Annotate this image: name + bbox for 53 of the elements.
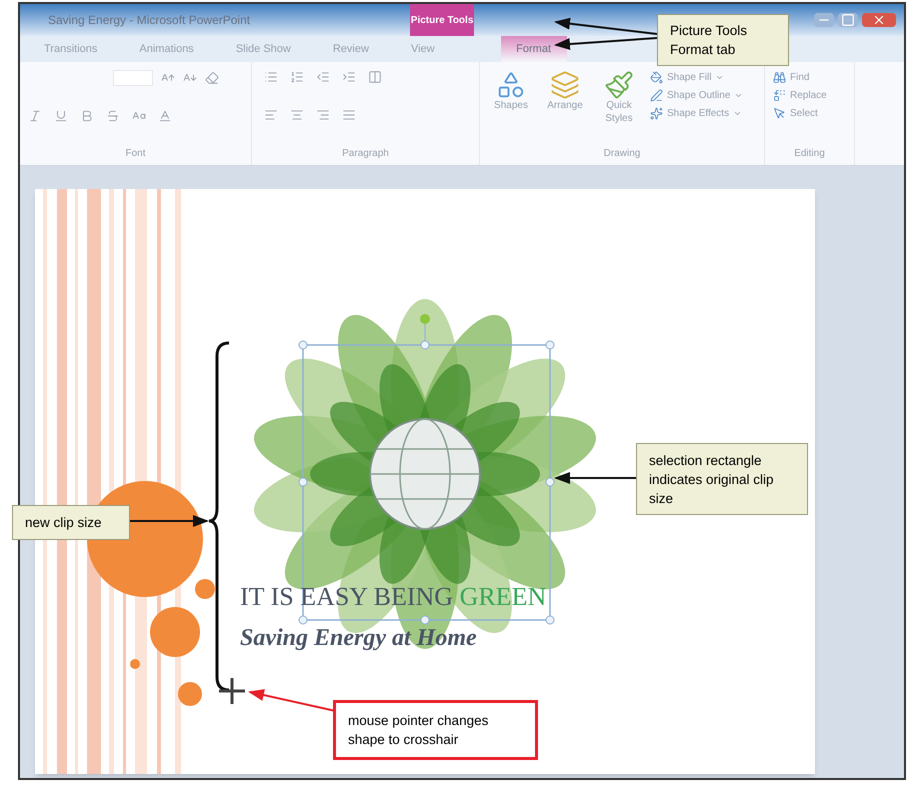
minimize-icon[interactable] — [814, 13, 834, 27]
group-label: Font — [125, 147, 146, 161]
ribbon-tab[interactable]: Transitions — [28, 36, 114, 62]
ribbon-tab[interactable]: View — [394, 36, 451, 62]
align-left-icon[interactable] — [264, 108, 278, 122]
eraser-icon[interactable] — [205, 71, 219, 85]
indent-increase-icon[interactable] — [342, 70, 356, 84]
context-group-label: Picture Tools — [410, 4, 474, 36]
binoculars-icon — [773, 71, 786, 84]
underline-icon[interactable] — [54, 109, 68, 123]
close-icon[interactable] — [862, 13, 896, 27]
justify-icon[interactable] — [342, 108, 356, 122]
ribbon-button[interactable]: Replace — [773, 88, 846, 103]
ribbon-button[interactable]: Find — [773, 70, 846, 85]
replace-icon — [773, 89, 786, 102]
selection-rectangle[interactable] — [298, 314, 554, 624]
font-size-field[interactable] — [113, 70, 153, 86]
callout-label: Picture Tools Format tab — [657, 14, 789, 66]
bold-icon[interactable] — [80, 109, 94, 123]
maximize-icon[interactable] — [838, 13, 858, 27]
font-color-icon[interactable] — [158, 109, 172, 123]
indent-decrease-icon[interactable] — [316, 70, 330, 84]
ribbon-button[interactable]: Shape Fill — [650, 70, 744, 85]
ribbon-tab[interactable]: Animations — [123, 36, 210, 62]
numbering-icon[interactable] — [290, 70, 304, 84]
layers-icon — [550, 70, 580, 100]
pen-icon — [650, 89, 663, 102]
ribbon-button[interactable]: Shape Effects — [650, 106, 744, 121]
group-label: Drawing — [604, 147, 640, 161]
ribbon-large-button[interactable]: Quick Styles — [596, 70, 642, 125]
align-right-icon[interactable] — [316, 108, 330, 122]
ribbon-button[interactable]: Select — [773, 106, 846, 121]
callout-label: new clip size — [12, 505, 130, 540]
columns-icon[interactable] — [368, 70, 382, 84]
group-label: Editing — [794, 147, 825, 161]
shapes-icon — [496, 70, 526, 100]
callout-label: selection rectangle indicates original clip size — [636, 443, 808, 515]
ribbon-tab[interactable]: Review — [316, 36, 385, 62]
ribbon-tab[interactable]: Format — [500, 36, 567, 62]
paint-bucket-icon — [650, 71, 663, 84]
group-label: Paragraph — [342, 147, 389, 161]
italic-icon[interactable] — [28, 109, 42, 123]
paintbrush-icon — [604, 70, 634, 100]
ribbon-large-button[interactable]: Arrange — [542, 70, 588, 125]
ribbon-large-button[interactable]: Shapes — [488, 70, 534, 125]
callout-label: mouse pointer changes shape to crosshair — [333, 700, 538, 760]
pointer-icon — [773, 107, 786, 120]
ribbon-tab[interactable]: Slide Show — [220, 36, 307, 62]
sparkles-icon — [650, 107, 663, 120]
window-title: Saving Energy - Microsoft PowerPoint — [48, 12, 250, 29]
ribbon-button[interactable]: Shape Outline — [650, 88, 744, 103]
strikethrough-icon[interactable] — [106, 109, 120, 123]
align-center-icon[interactable] — [290, 108, 304, 122]
